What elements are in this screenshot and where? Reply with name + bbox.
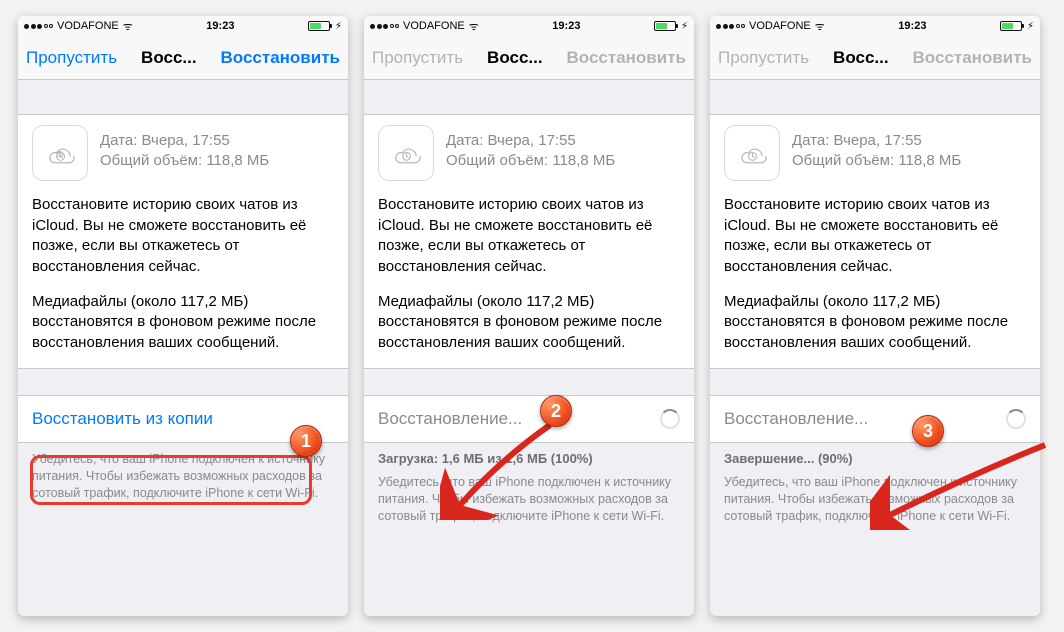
backup-size: Общий объём: 118,8 МБ xyxy=(792,151,961,171)
charging-icon: ⚡︎ xyxy=(335,21,342,32)
restore-description-2: Медиафайлы (около 117,2 МБ) восстановятс… xyxy=(724,292,1026,354)
spinner-icon xyxy=(660,409,680,429)
footer-note: Убедитесь, что ваш iPhone подключен к ис… xyxy=(364,466,694,525)
download-progress-line: Загрузка: 1,6 МБ из 1,6 МБ (100%) xyxy=(364,443,694,466)
nav-restore-button: Восстановить xyxy=(567,48,686,68)
backup-date: Дата: Вчера, 17:55 xyxy=(446,131,615,151)
backup-info-cell: Дата: Вчера, 17:55 Общий объём: 118,8 МБ… xyxy=(364,114,694,369)
footer-note: Убедитесь, что ваш iPhone подключен к ис… xyxy=(18,443,348,502)
phone-screen-1: VODAFONE ᯤ 19:23 ⚡︎ Пропустить Восс... В… xyxy=(18,16,348,616)
status-bar: VODAFONE ᯤ 19:23 ⚡︎ xyxy=(710,16,1040,36)
nav-bar: Пропустить Восс... Восстановить xyxy=(364,36,694,80)
icloud-backup-icon xyxy=(724,125,780,181)
phone-screen-2: VODAFONE ᯤ 19:23 ⚡︎ Пропустить Восс... В… xyxy=(364,16,694,616)
nav-bar: Пропустить Восс... Восстановить xyxy=(710,36,1040,80)
carrier-label: VODAFONE xyxy=(403,20,465,32)
nav-skip-button: Пропустить xyxy=(372,48,463,68)
nav-restore-button: Восстановить xyxy=(913,48,1032,68)
signal-icon xyxy=(370,24,399,29)
status-time: 19:23 xyxy=(552,20,580,32)
wifi-icon: ᯤ xyxy=(123,19,133,34)
carrier-label: VODAFONE xyxy=(57,20,119,32)
backup-info-cell: Дата: Вчера, 17:55 Общий объём: 118,8 МБ… xyxy=(710,114,1040,369)
restore-progress-label: Восстановление... xyxy=(378,409,522,429)
phone-row: VODAFONE ᯤ 19:23 ⚡︎ Пропустить Восс... В… xyxy=(0,0,1064,632)
icloud-backup-icon xyxy=(378,125,434,181)
restore-progress-cell: Восстановление... xyxy=(710,395,1040,443)
nav-skip-button: Пропустить xyxy=(718,48,809,68)
status-time: 19:23 xyxy=(206,20,234,32)
nav-title: Восс... xyxy=(141,48,197,68)
wifi-icon: ᯤ xyxy=(815,19,825,34)
restore-from-backup-button[interactable]: Восстановить из копии xyxy=(18,395,348,443)
status-time: 19:23 xyxy=(898,20,926,32)
battery-icon xyxy=(654,21,676,31)
status-bar: VODAFONE ᯤ 19:23 ⚡︎ xyxy=(364,16,694,36)
icloud-backup-icon xyxy=(32,125,88,181)
spinner-icon xyxy=(1006,409,1026,429)
restore-progress-cell: Восстановление... xyxy=(364,395,694,443)
charging-icon: ⚡︎ xyxy=(681,21,688,32)
nav-bar: Пропустить Восс... Восстановить xyxy=(18,36,348,80)
restore-description-1: Восстановите историю своих чатов из iClo… xyxy=(32,195,334,278)
status-bar: VODAFONE ᯤ 19:23 ⚡︎ xyxy=(18,16,348,36)
completion-progress-line: Завершение... (90%) xyxy=(710,443,1040,466)
wifi-icon: ᯤ xyxy=(469,19,479,34)
phone-screen-3: VODAFONE ᯤ 19:23 ⚡︎ Пропустить Восс... В… xyxy=(710,16,1040,616)
backup-size: Общий объём: 118,8 МБ xyxy=(446,151,615,171)
restore-from-backup-label: Восстановить из копии xyxy=(32,409,213,429)
battery-icon xyxy=(1000,21,1022,31)
restore-description-2: Медиафайлы (около 117,2 МБ) восстановятс… xyxy=(32,292,334,354)
nav-title: Восс... xyxy=(487,48,543,68)
restore-description-1: Восстановите историю своих чатов из iClo… xyxy=(378,195,680,278)
charging-icon: ⚡︎ xyxy=(1027,21,1034,32)
nav-skip-button[interactable]: Пропустить xyxy=(26,48,117,68)
restore-progress-label: Восстановление... xyxy=(724,409,868,429)
carrier-label: VODAFONE xyxy=(749,20,811,32)
footer-note: Убедитесь, что ваш iPhone подключен к ис… xyxy=(710,466,1040,525)
restore-description-1: Восстановите историю своих чатов из iClo… xyxy=(724,195,1026,278)
backup-size: Общий объём: 118,8 МБ xyxy=(100,151,269,171)
backup-date: Дата: Вчера, 17:55 xyxy=(792,131,961,151)
signal-icon xyxy=(24,24,53,29)
signal-icon xyxy=(716,24,745,29)
nav-restore-button[interactable]: Восстановить xyxy=(221,48,340,68)
nav-title: Восс... xyxy=(833,48,889,68)
restore-description-2: Медиафайлы (около 117,2 МБ) восстановятс… xyxy=(378,292,680,354)
backup-date: Дата: Вчера, 17:55 xyxy=(100,131,269,151)
battery-icon xyxy=(308,21,330,31)
backup-info-cell: Дата: Вчера, 17:55 Общий объём: 118,8 МБ… xyxy=(18,114,348,369)
